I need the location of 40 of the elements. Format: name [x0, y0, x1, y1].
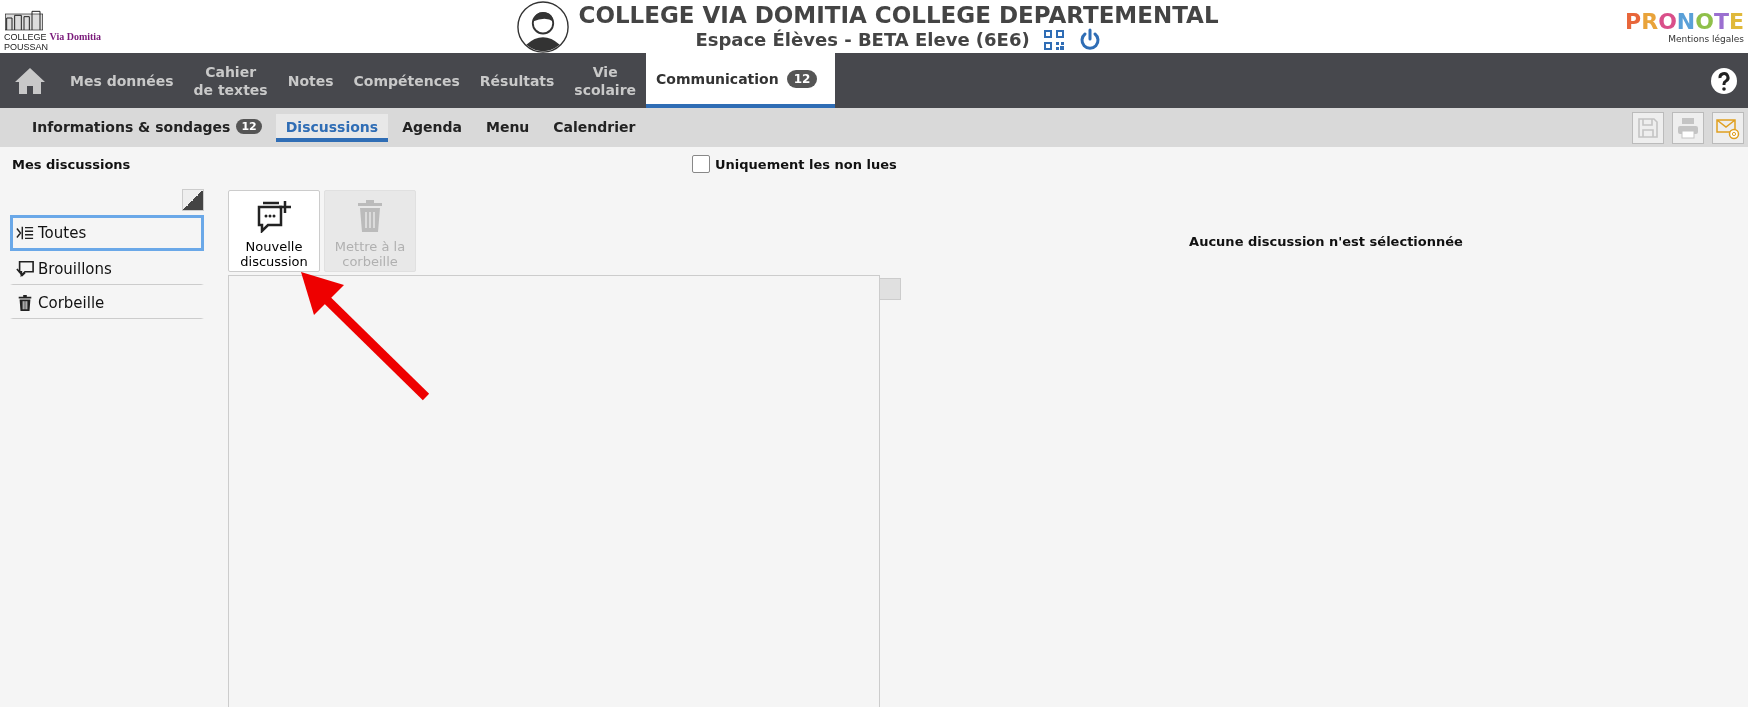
folder-item[interactable]: Corbeille	[10, 285, 204, 319]
folder-item[interactable]: Toutes	[10, 215, 204, 251]
qr-code-icon[interactable]	[1041, 27, 1066, 52]
trash-icon	[16, 294, 34, 312]
sub-tab[interactable]: Informations & sondages 12	[22, 113, 272, 142]
brand-logo: PRONOTE	[1625, 10, 1744, 34]
checkbox[interactable]	[692, 155, 710, 173]
nav-tab[interactable]: Mes données	[60, 53, 184, 108]
castle-drawing	[4, 8, 44, 32]
nav-tab[interactable]: Résultats	[469, 53, 565, 108]
logo-caption: POUSSAN	[4, 42, 49, 52]
panel-title: Mes discussions	[12, 156, 132, 172]
folder-item[interactable]: Brouillons	[10, 251, 204, 285]
nav-tab[interactable]: Notes	[277, 53, 344, 108]
user-space-label: Espace Élèves - BETA Eleve (6E6)	[695, 29, 1030, 50]
count-badge: 12	[236, 119, 262, 134]
school-name: COLLEGE VIA DOMITIA COLLEGE DEPARTEMENTAL	[578, 1, 1219, 28]
printer-icon	[1676, 115, 1700, 140]
nav-tab[interactable]: Cahier de textes	[183, 53, 278, 108]
empty-state-message: Aucune discussion n'est sélectionnée	[1189, 234, 1463, 251]
nav-tab[interactable]: Vie scolaire	[564, 53, 647, 108]
nav-tab[interactable]: Communication 12	[646, 53, 836, 108]
sub-tab[interactable]: Discussions	[275, 113, 389, 142]
nav-tab[interactable]: Compétences	[343, 53, 470, 108]
expand-toggle[interactable]	[879, 278, 901, 300]
logo-caption: COLLEGE	[4, 32, 47, 42]
logo-script: Via Domitia	[49, 32, 102, 42]
home-icon[interactable]	[14, 65, 46, 96]
checkbox-label: Uniquement les non lues	[715, 156, 897, 172]
action-button[interactable]: Nouvelle discussion	[228, 190, 320, 272]
list-icon	[16, 224, 34, 242]
sub-tab[interactable]: Calendrier	[543, 113, 646, 142]
new-chat-icon	[256, 199, 292, 233]
collapse-toggle[interactable]	[182, 189, 204, 211]
count-badge: 12	[786, 69, 818, 88]
sub-tab[interactable]: Agenda	[392, 113, 472, 142]
legal-notice-link[interactable]: Mentions légales	[1668, 34, 1744, 44]
speech-bubble-icon	[16, 260, 34, 278]
sub-tab[interactable]: Menu	[475, 113, 540, 142]
help-icon[interactable]	[1710, 66, 1738, 95]
